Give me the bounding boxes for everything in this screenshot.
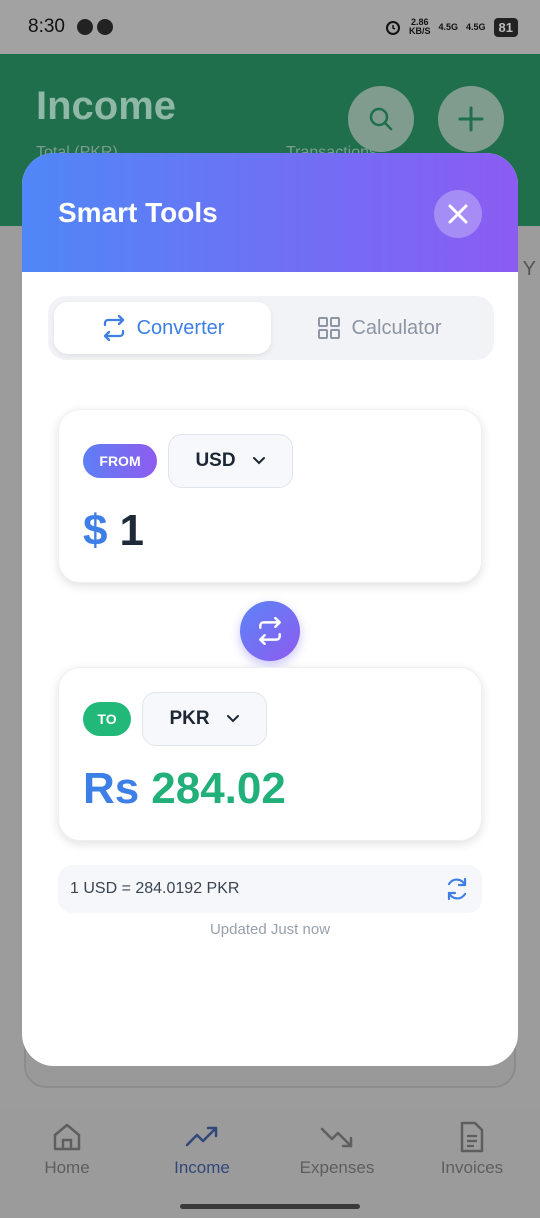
nav-label-invoices: Invoices — [440, 1158, 504, 1177]
background-edge-text: Y — [522, 258, 536, 280]
nav-item-income[interactable]: Income — [142, 1120, 262, 1178]
signal-2: 4.5G — [466, 22, 486, 32]
signal-1: 4.5G — [438, 22, 459, 32]
swap-icon — [259, 617, 281, 645]
document-icon — [460, 1121, 484, 1153]
chevron-down-icon — [252, 457, 265, 465]
nav-item-home[interactable]: Home — [7, 1120, 127, 1178]
exchange-rate-text: 1 USD = 284.0192 PKR — [70, 880, 240, 897]
updated-status: Updated Just now — [209, 921, 331, 938]
tab-calculator-label: Calculator — [351, 316, 442, 339]
from-currency-symbol: $ — [83, 506, 108, 555]
from-currency-value: USD — [195, 450, 236, 471]
grid-icon — [318, 317, 341, 339]
refresh-icon — [447, 877, 467, 901]
status-bar: 8:30 2.86 KB/S 4.5G 4.5G 81 — [0, 0, 540, 54]
from-currency-select[interactable]: USD — [168, 434, 293, 488]
trending-up-icon — [185, 1126, 218, 1147]
exchange-rate-bar: 1 USD = 284.0192 PKR — [58, 865, 482, 913]
search-icon — [369, 107, 393, 131]
to-amount-value: 284.02 — [151, 764, 286, 813]
message-icon — [96, 19, 113, 35]
tool-tabs: Converter Calculator — [48, 296, 494, 360]
tab-calculator[interactable]: Calculator — [271, 302, 488, 354]
from-badge: FROM — [83, 444, 157, 478]
notification-icon — [76, 19, 93, 35]
alarm-icon — [385, 21, 400, 35]
nav-label-home: Home — [44, 1158, 90, 1177]
plus-icon — [458, 106, 484, 132]
home-icon — [53, 1123, 81, 1151]
to-currency-select[interactable]: PKR — [142, 692, 267, 746]
modal-header: Smart Tools — [22, 153, 518, 272]
swap-currencies-button[interactable] — [240, 601, 300, 661]
page-title: Income — [36, 84, 177, 128]
swap-icon — [103, 315, 124, 341]
smart-tools-modal: Smart Tools Converter Calculator FROM US… — [22, 153, 518, 1066]
tab-converter[interactable]: Converter — [54, 302, 271, 354]
to-card: TO PKR Rs 284.02 — [58, 667, 482, 841]
status-time: 8:30 — [28, 16, 65, 37]
close-icon — [448, 204, 468, 224]
refresh-button[interactable] — [444, 876, 470, 902]
net-speed-unit: KB/S — [408, 26, 431, 36]
nav-item-invoices[interactable]: Invoices — [412, 1120, 532, 1178]
search-button[interactable] — [348, 86, 414, 152]
modal-title: Smart Tools — [58, 196, 218, 228]
to-currency-value: PKR — [169, 708, 210, 729]
home-indicator[interactable] — [180, 1204, 360, 1209]
to-currency-symbol: Rs — [83, 764, 140, 813]
from-card: FROM USD $ 1 — [58, 409, 482, 583]
nav-label-income: Income — [174, 1158, 230, 1177]
battery-indicator: 81 — [493, 17, 518, 37]
to-badge: TO — [83, 702, 131, 736]
close-button[interactable] — [434, 190, 482, 238]
nav-item-expenses[interactable]: Expenses — [277, 1120, 397, 1178]
nav-label-expenses: Expenses — [299, 1158, 375, 1177]
add-button[interactable] — [438, 86, 504, 152]
chevron-down-icon — [226, 715, 239, 723]
from-amount-input[interactable]: 1 — [119, 506, 143, 556]
bottom-nav: Home Income Expenses Invoices — [0, 1106, 540, 1218]
trending-down-icon — [320, 1127, 353, 1148]
tab-converter-label: Converter — [136, 316, 225, 339]
